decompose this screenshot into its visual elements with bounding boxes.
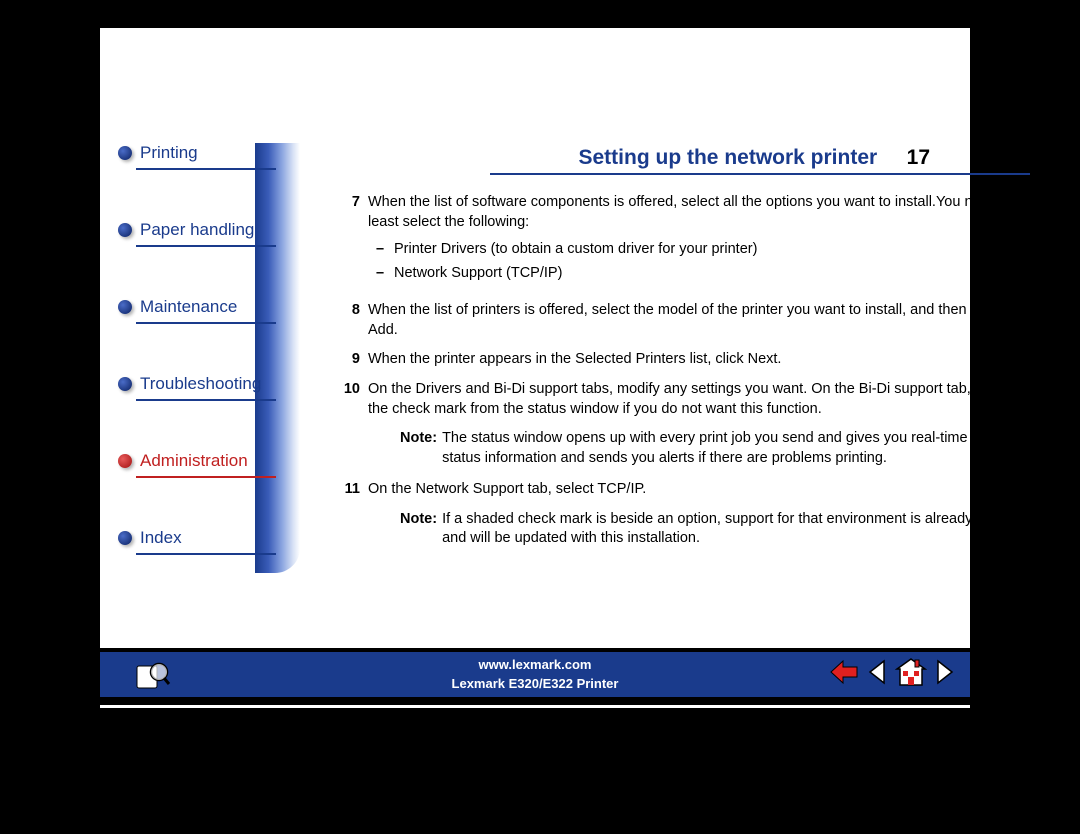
nav-label: Maintenance <box>140 297 237 320</box>
note-label: Note: <box>400 429 442 468</box>
sidebar: Printing Paper handling Maintenance Trou… <box>100 143 300 605</box>
page-title: Setting up the network printer <box>579 146 878 170</box>
nav-item-paper-handling[interactable]: Paper handling <box>100 220 300 247</box>
footer: www.lexmark.com Lexmark E320/E322 Printe… <box>100 648 970 708</box>
note-text: The status window opens up with every pr… <box>442 429 1030 468</box>
step-7: 7 When the list of software components i… <box>340 193 1030 291</box>
footer-bar: www.lexmark.com Lexmark E320/E322 Printe… <box>100 652 970 697</box>
nav-item-administration[interactable]: Administration <box>100 451 300 478</box>
bullet-icon <box>118 454 132 468</box>
footer-bottom-bar <box>100 697 970 705</box>
step-body: When the list of software components is … <box>368 194 1029 230</box>
subitem-text: Network Support (TCP/IP) <box>394 264 562 284</box>
nav-item-index[interactable]: Index <box>100 528 300 555</box>
bullet-icon <box>118 223 132 237</box>
nav-underline <box>136 245 276 247</box>
footer-url[interactable]: www.lexmark.com <box>452 656 619 674</box>
step-10: 10 On the Drivers and Bi-Di support tabs… <box>340 380 1030 419</box>
step-text: On the Drivers and Bi-Di support tabs, m… <box>368 380 1030 419</box>
nav-label: Printing <box>140 143 198 166</box>
search-icon[interactable] <box>135 660 171 690</box>
note-block: Note: If a shaded check mark is beside a… <box>340 510 1030 549</box>
step-number: 8 <box>340 301 368 340</box>
nav-underline <box>136 322 276 324</box>
step-number: 11 <box>340 480 368 500</box>
note-label: Note: <box>400 510 442 549</box>
step-9: 9 When the printer appears in the Select… <box>340 350 1030 370</box>
step-number: 9 <box>340 350 368 370</box>
step-text: When the list of printers is offered, se… <box>368 301 1030 340</box>
step-text: When the printer appears in the Selected… <box>368 350 1030 370</box>
nav-label: Paper handling <box>140 220 254 243</box>
nav-item-troubleshooting[interactable]: Troubleshooting <box>100 374 300 401</box>
nav-item-maintenance[interactable]: Maintenance <box>100 297 300 324</box>
bullet-icon <box>118 531 132 545</box>
bullet-icon <box>118 377 132 391</box>
next-page-icon[interactable] <box>935 659 955 690</box>
sidebar-gradient <box>255 143 300 573</box>
bullet-icon <box>118 300 132 314</box>
footer-product: Lexmark E320/E322 Printer <box>452 675 619 693</box>
step-11: 11 On the Network Support tab, select TC… <box>340 480 1030 500</box>
footer-center: www.lexmark.com Lexmark E320/E322 Printe… <box>452 656 619 692</box>
step-number: 10 <box>340 380 368 419</box>
nav-underline <box>136 553 276 555</box>
sublist: – Printer Drivers (to obtain a custom dr… <box>368 240 1030 283</box>
home-icon[interactable] <box>895 657 927 692</box>
prev-page-icon[interactable] <box>867 659 887 690</box>
dash-icon: – <box>376 240 394 260</box>
step-number: 7 <box>340 193 368 291</box>
step-text: When the list of software components is … <box>368 193 1030 291</box>
back-arrow-icon[interactable] <box>829 659 859 690</box>
nav-label: Index <box>140 528 182 551</box>
step-8: 8 When the list of printers is offered, … <box>340 301 1030 340</box>
nav-label: Troubleshooting <box>140 374 261 397</box>
footer-nav-icons <box>829 657 955 692</box>
nav-item-printing[interactable]: Printing <box>100 143 300 170</box>
note-block: Note: The status window opens up with ev… <box>340 429 1030 468</box>
bullet-icon <box>118 146 132 160</box>
dash-icon: – <box>376 264 394 284</box>
nav-underline <box>136 399 276 401</box>
page-number: 17 <box>907 146 930 169</box>
subitem-text: Printer Drivers (to obtain a custom driv… <box>394 240 757 260</box>
header-rule <box>490 173 1030 175</box>
note-text: If a shaded check mark is beside an opti… <box>442 510 1030 549</box>
nav-label: Administration <box>140 451 248 474</box>
subitem: – Printer Drivers (to obtain a custom dr… <box>368 240 1030 260</box>
nav-underline <box>136 476 276 478</box>
main-content: 7 When the list of software components i… <box>340 193 1030 561</box>
subitem: – Network Support (TCP/IP) <box>368 264 1030 284</box>
nav-underline <box>136 168 276 170</box>
step-text: On the Network Support tab, select TCP/I… <box>368 480 1030 500</box>
page-header: Setting up the network printer 17 <box>579 146 931 170</box>
document-page: Printing Paper handling Maintenance Trou… <box>100 28 970 708</box>
